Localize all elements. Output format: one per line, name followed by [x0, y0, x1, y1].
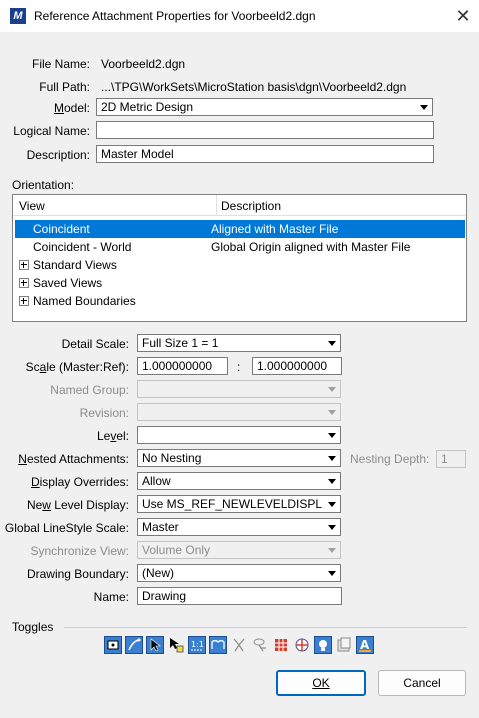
column-header-view[interactable]: View — [19, 199, 45, 213]
close-icon[interactable]: ✕ — [452, 5, 474, 27]
description-value: Master Model — [101, 147, 174, 161]
display-overrides-label: Display Overrides: — [30, 475, 129, 489]
chevron-down-icon — [328, 410, 336, 415]
full-path-value: ...\TPG\WorkSets\MicroStation basis\dgn\… — [101, 80, 407, 94]
treat-as-element-toggle-icon[interactable] — [209, 636, 227, 654]
list-item[interactable]: Saved Views — [15, 274, 465, 292]
name-input[interactable]: Drawing — [137, 587, 342, 605]
chevron-down-icon — [328, 525, 336, 530]
chevron-down-icon — [328, 479, 336, 484]
toggles-label: Toggles — [12, 620, 54, 634]
window-title: Reference Attachment Properties for Voor… — [34, 9, 316, 23]
synchronize-view-label: Synchronize View: — [30, 544, 130, 558]
logical-name-label: Logical Name: — [13, 124, 90, 138]
clip-color-icon[interactable] — [293, 636, 311, 654]
revision-label: Revision: — [79, 406, 129, 420]
new-level-display-label: New Level Display: — [26, 498, 129, 512]
column-header-description[interactable]: Description — [221, 199, 281, 213]
name-label: Name: — [93, 590, 129, 604]
scale-separator: : — [237, 360, 241, 374]
description-input[interactable]: Master Model — [96, 145, 434, 163]
detail-scale-label: Detail Scale: — [61, 337, 129, 351]
locate-toggle-icon[interactable] — [146, 636, 164, 654]
model-value: 2D Metric Design — [101, 100, 194, 114]
level-combo[interactable] — [137, 426, 341, 444]
full-path-label: Full Path: — [39, 80, 90, 94]
chevron-down-icon — [328, 456, 336, 461]
level-label: Level: — [96, 429, 129, 443]
chevron-down-icon — [328, 433, 336, 438]
nested-attachments-combo[interactable]: No Nesting — [137, 449, 341, 467]
scale-master-input[interactable]: 1.000000000 — [137, 357, 228, 375]
chevron-down-icon — [328, 571, 336, 576]
clip-grid-icon[interactable] — [272, 636, 290, 654]
named-group-combo — [137, 380, 341, 398]
file-name-label: File Name: — [31, 57, 90, 71]
group-divider — [64, 627, 467, 628]
display-overrides-combo[interactable]: Allow — [137, 472, 341, 490]
svg-text:A: A — [360, 638, 370, 652]
logical-name-input[interactable] — [96, 121, 434, 139]
global-linestyle-scale-combo[interactable]: Master — [137, 518, 341, 536]
nesting-depth-label: Nesting Depth: — [350, 452, 430, 466]
model-combo[interactable]: 2D Metric Design — [96, 98, 433, 116]
expand-icon[interactable] — [19, 278, 29, 288]
list-item[interactable]: Named Boundaries — [15, 292, 465, 310]
chevron-down-icon — [328, 502, 336, 507]
chevron-down-icon — [420, 105, 428, 110]
annotation-scale-icon[interactable]: A — [356, 636, 374, 654]
ok-button[interactable]: OK — [276, 670, 366, 696]
nesting-depth-input: 1 — [436, 450, 466, 468]
ignore-attachment-toggle-icon[interactable] — [167, 636, 185, 654]
drawing-boundary-label: Drawing Boundary: — [26, 567, 129, 581]
chevron-down-icon — [328, 387, 336, 392]
scale-line-styles-toggle-icon[interactable]: 1:1 — [188, 636, 206, 654]
nested-attachments-label: Nested Attachments: — [18, 452, 129, 466]
orientation-list[interactable]: View Description Coincident Aligned with… — [12, 194, 467, 322]
snap-toggle-icon[interactable] — [125, 636, 143, 654]
model-label: Model: — [53, 101, 90, 115]
clip-front-icon[interactable] — [230, 636, 248, 654]
orientation-label: Orientation: — [12, 178, 75, 192]
svg-text:1:1: 1:1 — [191, 640, 204, 649]
microstation-icon: M — [10, 8, 26, 24]
list-item[interactable]: Standard Views — [15, 256, 465, 274]
global-linestyle-scale-label: Global LineStyle Scale: — [4, 521, 129, 535]
scale-label: Scale (Master:Ref): — [25, 360, 129, 374]
expand-icon[interactable] — [19, 296, 29, 306]
cancel-button[interactable]: Cancel — [378, 670, 466, 696]
expand-icon[interactable] — [19, 260, 29, 270]
list-item[interactable]: Coincident Aligned with Master File — [15, 220, 465, 238]
clip-back-icon[interactable] — [251, 636, 269, 654]
list-item[interactable]: Coincident - World Global Origin aligned… — [15, 238, 465, 256]
lights-icon[interactable] — [314, 636, 332, 654]
description-label: Description: — [26, 148, 90, 162]
raster-icon[interactable] — [335, 636, 353, 654]
list-header: View Description — [13, 195, 466, 216]
synchronize-view-combo: Volume Only — [137, 541, 341, 559]
scale-ref-input[interactable]: 1.000000000 — [252, 357, 342, 375]
new-level-display-combo[interactable]: Use MS_REF_NEWLEVELDISPLAY Co — [137, 495, 341, 513]
file-name-value: Voorbeeld2.dgn — [101, 57, 186, 71]
chevron-down-icon — [328, 548, 336, 553]
chevron-down-icon — [328, 341, 336, 346]
revision-combo — [137, 403, 341, 421]
detail-scale-combo[interactable]: Full Size 1 = 1 — [137, 334, 341, 352]
drawing-boundary-combo[interactable]: (New) — [137, 564, 341, 582]
named-group-label: Named Group: — [50, 383, 129, 397]
display-toggle-icon[interactable] — [104, 636, 122, 654]
